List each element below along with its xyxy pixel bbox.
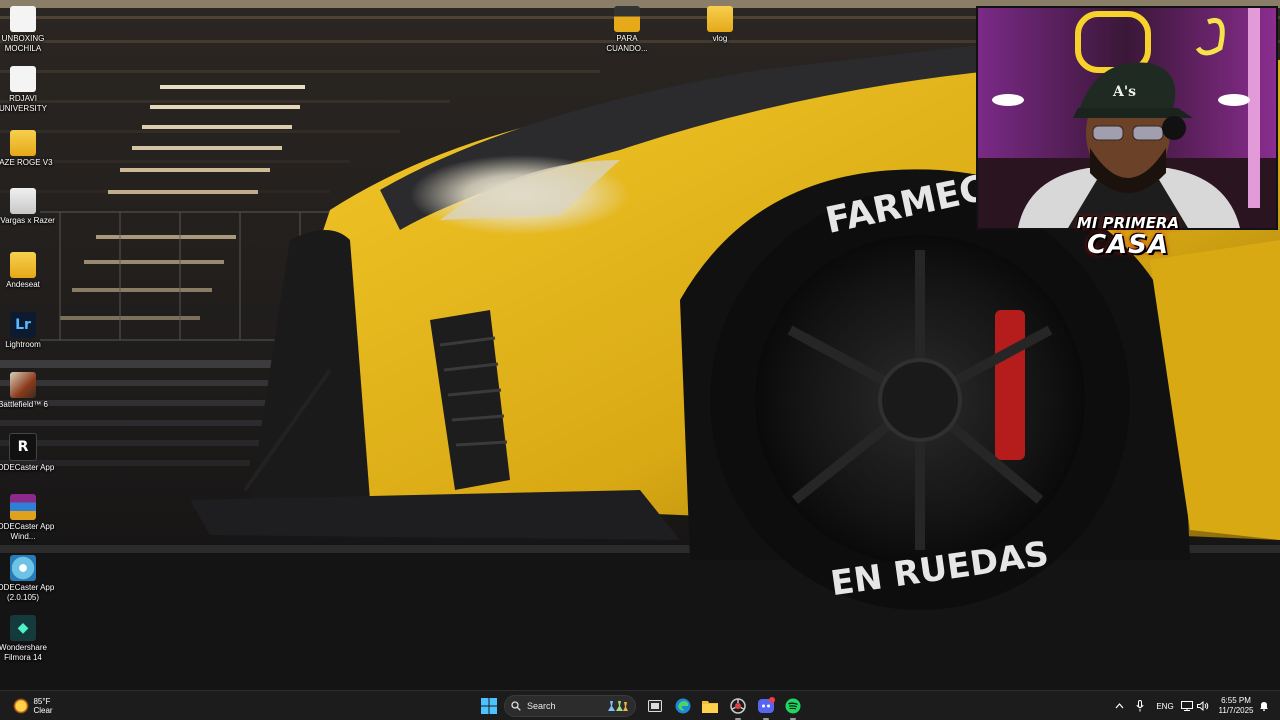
windows-logo-icon (481, 698, 497, 714)
desktop-icon-label: MrVargas x Razer (0, 216, 55, 225)
desktop-icon-label: RODECaster App Wind... (0, 522, 55, 541)
desktop-icon-unboxing-mochila[interactable]: UNBOXING MOCHILA (0, 6, 55, 54)
clock-time: 6:55 PM (1221, 696, 1251, 705)
document-icon (10, 66, 36, 92)
disc-installer-icon (10, 555, 36, 581)
taskbar-spotify[interactable] (782, 695, 804, 720)
folder-icon (10, 252, 36, 278)
weather-sun-icon (13, 698, 30, 714)
taskbar: 85°F Clear Search ENG 6:55 PM 11/7/2025 (0, 690, 1280, 720)
clock-date: 11/7/2025 (1218, 706, 1254, 715)
desktop-icon-wondershare-filmora-14[interactable]: ◆ Wondershare Filmora 14 (0, 615, 55, 663)
desktop-icon-rodecaster-app[interactable]: R RODECaster App (0, 433, 55, 473)
folder-icon (10, 130, 36, 156)
task-view-button[interactable] (644, 695, 666, 717)
desktop-icon-para-cuando[interactable]: PARA CUANDO... (595, 6, 659, 54)
desktop-icon-label: Wondershare Filmora 14 (0, 643, 47, 662)
speaker-volume-icon (1197, 701, 1209, 711)
taskbar-edge[interactable] (672, 695, 694, 717)
webcam-feed: A's (978, 8, 1276, 228)
desktop-icon-label: RODECaster App (0, 463, 55, 472)
desktop-icon-label: vlog (712, 34, 728, 43)
desktop-icon-vlog[interactable]: vlog (688, 6, 752, 44)
lightroom-icon: Lr (10, 312, 36, 338)
desktop-icon-label: PARA CUANDO... (606, 34, 648, 53)
ethernet-network-icon (1181, 701, 1193, 711)
bell-icon (1260, 702, 1268, 711)
taskbar-discord[interactable] (755, 695, 777, 720)
desktop-icon-lightroom[interactable]: Lr Lightroom (0, 312, 55, 350)
desktop-icon-label: RDJAVI UNIVERSITY (0, 94, 47, 113)
system-clock[interactable]: 6:55 PM 11/7/2025 (1216, 694, 1256, 718)
tray-language[interactable]: ENG (1154, 695, 1176, 717)
rodecaster-icon: R (9, 433, 37, 461)
desktop-icon-label: UNBOXING MOCHILA (1, 34, 45, 53)
desktop-icon-label: Andeseat (6, 280, 40, 289)
battlefield-icon (10, 372, 36, 398)
desktop-icon-battlefield-6[interactable]: Battlefield™ 6 (0, 372, 55, 410)
chrome-browser-icon (730, 698, 746, 714)
weather-condition: Clear (33, 706, 53, 715)
webcam-overlay: A's (976, 6, 1278, 230)
tray-microphone[interactable] (1133, 695, 1147, 717)
chevron-up-icon (1115, 703, 1123, 709)
taskbar-chrome[interactable] (727, 695, 749, 720)
desktop-icon-rdjavi-university[interactable]: RDJAVI UNIVERSITY (0, 66, 55, 114)
desktop-icon-label: Battlefield™ 6 (0, 400, 48, 409)
start-button[interactable] (478, 695, 500, 717)
tray-network[interactable] (1180, 695, 1194, 717)
desktop-icon-mrvargas-x-razer[interactable]: MrVargas x Razer (0, 188, 55, 226)
desktop-icon-label: RAZE ROGE V3 (0, 158, 53, 167)
notification-center-button[interactable] (1258, 695, 1270, 717)
filmora-icon: ◆ (10, 615, 36, 641)
desktop-icon-raze-roge-v3[interactable]: RAZE ROGE V3 (0, 130, 55, 168)
microphone-icon (1136, 700, 1144, 712)
weather-widget[interactable]: 85°F Clear (10, 693, 56, 719)
taskbar-file-explorer[interactable] (699, 695, 721, 717)
folder-icon (614, 6, 640, 32)
weather-temperature: 85°F (33, 697, 51, 706)
desktop-icon-label: Lightroom (5, 340, 41, 349)
cap-logo: A's (1112, 84, 1136, 100)
search-icon (511, 701, 521, 711)
file-explorer-icon (702, 701, 718, 713)
tray-overflow-button[interactable] (1112, 695, 1126, 717)
desktop-icon-rodecaster-app-2-0-105[interactable]: RODECaster App (2.0.105) (0, 555, 55, 603)
image-file-icon (10, 188, 36, 214)
tray-volume[interactable] (1196, 695, 1210, 717)
discord-icon (758, 697, 775, 713)
desktop-icon-andeseat[interactable]: Andeseat (0, 252, 55, 290)
overlay-title-line2: CASA (1086, 230, 1170, 260)
edge-browser-icon (675, 698, 691, 714)
winrar-archive-icon (10, 494, 36, 520)
taskbar-search-box[interactable]: Search (504, 695, 636, 717)
search-label: Search (527, 701, 556, 711)
desktop-icon-rodecaster-app-wind[interactable]: RODECaster App Wind... (0, 494, 55, 542)
search-highlight-icon (608, 701, 628, 711)
document-icon (10, 6, 36, 32)
stream-title-overlay: MI PRIMERA CASA (1072, 212, 1184, 260)
spotify-icon (785, 698, 801, 714)
folder-icon (707, 6, 733, 32)
desktop-icon-label: RODECaster App (2.0.105) (0, 583, 55, 602)
task-view-icon (648, 700, 662, 712)
